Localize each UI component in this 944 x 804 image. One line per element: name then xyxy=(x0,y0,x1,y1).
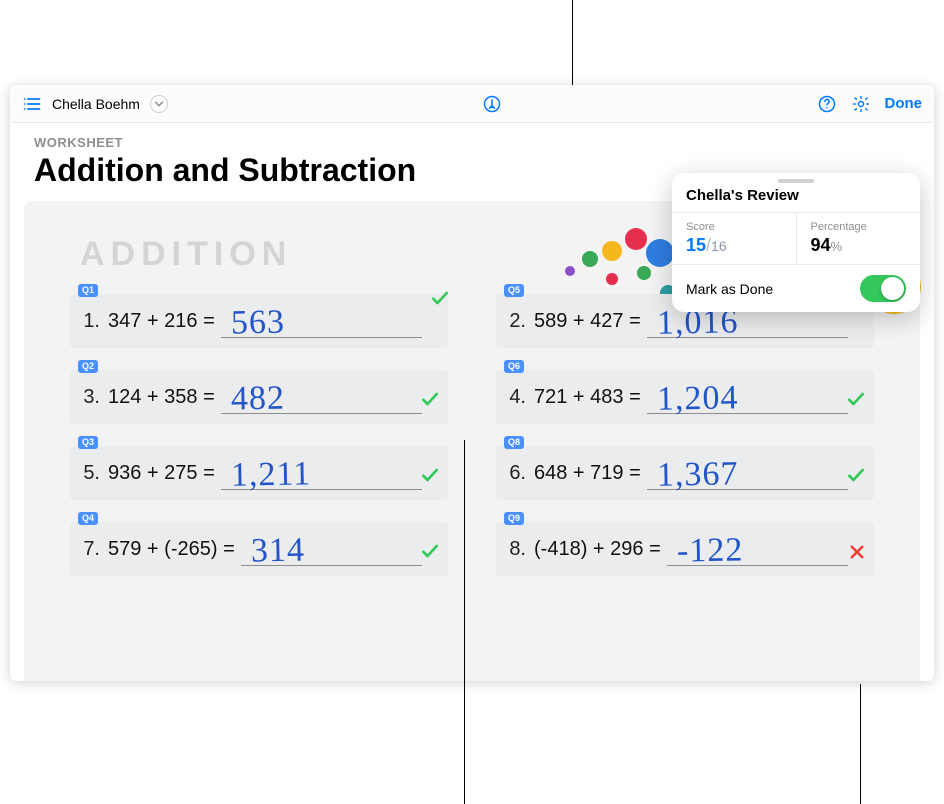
percentage-value: 94 xyxy=(811,235,831,255)
question-text: 648 + 719 = xyxy=(534,462,641,485)
percentage-stat: Percentage 94% xyxy=(796,213,921,264)
mark-done-toggle[interactable] xyxy=(860,275,906,302)
question-column-right: Q52.589 + 427 =1,016Q64.721 + 483 =1,204… xyxy=(496,294,874,576)
question-index: 7. xyxy=(76,538,100,561)
question-index: 6. xyxy=(502,462,526,485)
check-icon xyxy=(420,389,440,414)
question-text: 347 + 216 = xyxy=(108,310,215,333)
list-icon[interactable] xyxy=(22,94,42,114)
student-answer: 1,204 xyxy=(656,379,738,418)
content-area: N WORKSHEET Addition and Subtraction ADD… xyxy=(10,123,934,681)
answer-area[interactable]: 1,204 xyxy=(647,374,868,420)
percentage-label: Percentage xyxy=(811,221,907,233)
markup-icon[interactable] xyxy=(482,94,502,114)
student-answer: 1,367 xyxy=(656,455,738,494)
question-badge: Q5 xyxy=(504,284,524,297)
panel-grabber[interactable] xyxy=(778,179,814,183)
question-text: 936 + 275 = xyxy=(108,462,215,485)
answer-area[interactable]: 314 xyxy=(241,526,442,572)
answer-area[interactable]: -122 xyxy=(667,526,868,572)
student-answer: 482 xyxy=(230,380,285,419)
question-index: 1. xyxy=(76,310,100,333)
question-row[interactable]: Q35.936 + 275 =1,211 xyxy=(70,446,448,500)
question-index: 4. xyxy=(502,386,526,409)
check-icon xyxy=(846,465,866,490)
student-answer: -122 xyxy=(676,531,743,570)
student-answer: 563 xyxy=(230,304,285,343)
answer-area[interactable]: 1,367 xyxy=(647,450,868,496)
question-row[interactable]: Q23.124 + 358 =482 xyxy=(70,370,448,424)
question-text: 721 + 483 = xyxy=(534,386,641,409)
question-index: 8. xyxy=(502,538,526,561)
question-index: 3. xyxy=(76,386,100,409)
question-row[interactable]: Q11.347 + 216 =563 xyxy=(70,294,448,348)
question-text: 579 + (-265) = xyxy=(108,538,235,561)
answer-area[interactable]: 563 xyxy=(221,298,442,344)
question-row[interactable]: Q86.648 + 719 =1,367 xyxy=(496,446,874,500)
app-window: Chella Boehm Done N WORKSHEET Addition a… xyxy=(10,85,934,681)
callout-line xyxy=(860,684,861,804)
question-badge: Q9 xyxy=(504,512,524,525)
question-row[interactable]: Q64.721 + 483 =1,204 xyxy=(496,370,874,424)
help-icon[interactable] xyxy=(817,94,837,114)
question-row[interactable]: Q98.(-418) + 296 =-122 xyxy=(496,522,874,576)
answer-area[interactable]: 482 xyxy=(221,374,442,420)
student-name[interactable]: Chella Boehm xyxy=(52,96,140,112)
question-badge: Q1 xyxy=(78,284,98,297)
answer-area[interactable]: 1,211 xyxy=(221,450,442,496)
wrong-icon xyxy=(848,543,866,566)
percentage-symbol: % xyxy=(831,239,843,254)
question-column-left: Q11.347 + 216 =563Q23.124 + 358 =482Q35.… xyxy=(70,294,448,576)
callout-line xyxy=(572,0,573,85)
question-grid: Q1 1. 347 + 216 = 563 Q2 3. 124 + 358 = 482 Q3 5.… xyxy=(24,280,920,576)
chevron-down-icon[interactable] xyxy=(150,95,168,113)
student-answer: 314 xyxy=(250,532,305,571)
check-icon xyxy=(846,389,866,414)
question-badge: Q3 xyxy=(78,436,98,449)
mark-done-row: Mark as Done xyxy=(672,265,920,312)
score-label: Score xyxy=(686,221,782,233)
score-stat: Score 15/16 xyxy=(672,213,796,264)
score-got: 15 xyxy=(686,235,706,255)
check-icon xyxy=(430,288,450,313)
question-badge: Q4 xyxy=(78,512,98,525)
score-total: 16 xyxy=(711,238,727,254)
gear-icon[interactable] xyxy=(851,94,871,114)
question-text: 589 + 427 = xyxy=(534,310,641,333)
review-title: Chella's Review xyxy=(672,187,920,212)
question-text: (-418) + 296 = xyxy=(534,538,661,561)
toolbar: Chella Boehm Done xyxy=(10,85,934,123)
question-text: 124 + 358 = xyxy=(108,386,215,409)
question-badge: Q8 xyxy=(504,436,524,449)
question-index: 5. xyxy=(76,462,100,485)
done-button[interactable]: Done xyxy=(885,95,923,112)
breadcrumb: WORKSHEET xyxy=(10,123,934,150)
check-icon xyxy=(420,465,440,490)
callout-line xyxy=(464,440,465,804)
question-badge: Q6 xyxy=(504,360,524,373)
mark-done-label: Mark as Done xyxy=(686,281,773,297)
question-row[interactable]: Q47.579 + (-265) =314 xyxy=(70,522,448,576)
student-answer: 1,211 xyxy=(230,455,311,494)
check-icon xyxy=(420,541,440,566)
question-index: 2. xyxy=(502,310,526,333)
question-badge: Q2 xyxy=(78,360,98,373)
review-stats: Score 15/16 Percentage 94% xyxy=(672,212,920,265)
review-panel[interactable]: Chella's Review Score 15/16 Percentage 9… xyxy=(672,173,920,312)
